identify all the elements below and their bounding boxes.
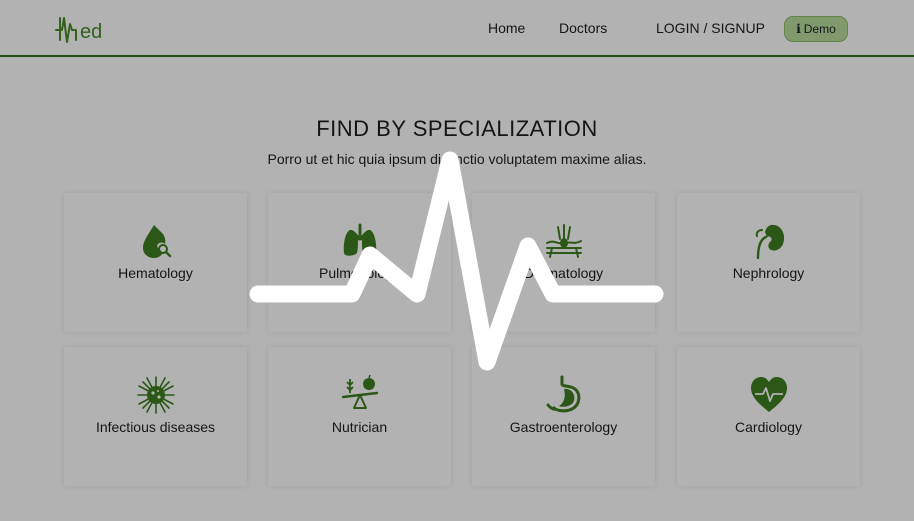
logo-text: ed xyxy=(80,21,102,43)
section-title: FIND BY SPECIALIZATION xyxy=(316,116,598,141)
card-dermatology[interactable]: Dermatology xyxy=(472,193,655,332)
card-pulmonology[interactable]: Pulmonology xyxy=(268,193,451,332)
card-label: Cardiology xyxy=(735,419,802,435)
card-nephrology[interactable]: Nephrology xyxy=(677,193,860,332)
blood-drop-icon xyxy=(142,225,171,258)
card-cardiology[interactable]: Cardiology xyxy=(677,347,860,486)
heart-pulse-icon xyxy=(750,377,787,412)
demo-button[interactable]: i Demo xyxy=(784,16,848,42)
card-gastroenterology[interactable]: Gastroenterology xyxy=(472,347,655,486)
card-label: Gastroenterology xyxy=(509,419,618,435)
nutrition-scale-icon xyxy=(341,375,378,409)
nav-home[interactable]: Home xyxy=(488,20,525,36)
card-label: Nutrician xyxy=(331,419,388,435)
card-infectious-diseases[interactable]: Infectious diseases xyxy=(64,347,247,486)
info-icon: i xyxy=(796,22,801,36)
nav-doctors[interactable]: Doctors xyxy=(559,20,607,36)
demo-label: Demo xyxy=(803,22,836,36)
card-label: Infectious diseases xyxy=(95,419,216,435)
virus-icon xyxy=(136,376,175,414)
skin-icon xyxy=(545,224,582,258)
card-label: Pulmonology xyxy=(319,265,400,281)
card-label: Dermatology xyxy=(523,265,604,281)
card-label: Hematology xyxy=(118,265,193,281)
nav-login-signup[interactable]: LOGIN / SIGNUP xyxy=(656,20,765,36)
logo[interactable]: ed xyxy=(52,10,116,48)
lungs-icon xyxy=(343,223,376,256)
card-label: Nephrology xyxy=(732,265,805,281)
card-nutrician[interactable]: Nutrician xyxy=(268,347,451,486)
stomach-icon xyxy=(546,375,580,413)
navbar: ed Home Doctors LOGIN / SIGNUP i Demo xyxy=(0,0,914,57)
card-hematology[interactable]: Hematology xyxy=(64,193,247,332)
section-subtitle: Porro ut et hic quia ipsum distinctio vo… xyxy=(267,151,647,167)
kidney-icon xyxy=(755,224,784,260)
